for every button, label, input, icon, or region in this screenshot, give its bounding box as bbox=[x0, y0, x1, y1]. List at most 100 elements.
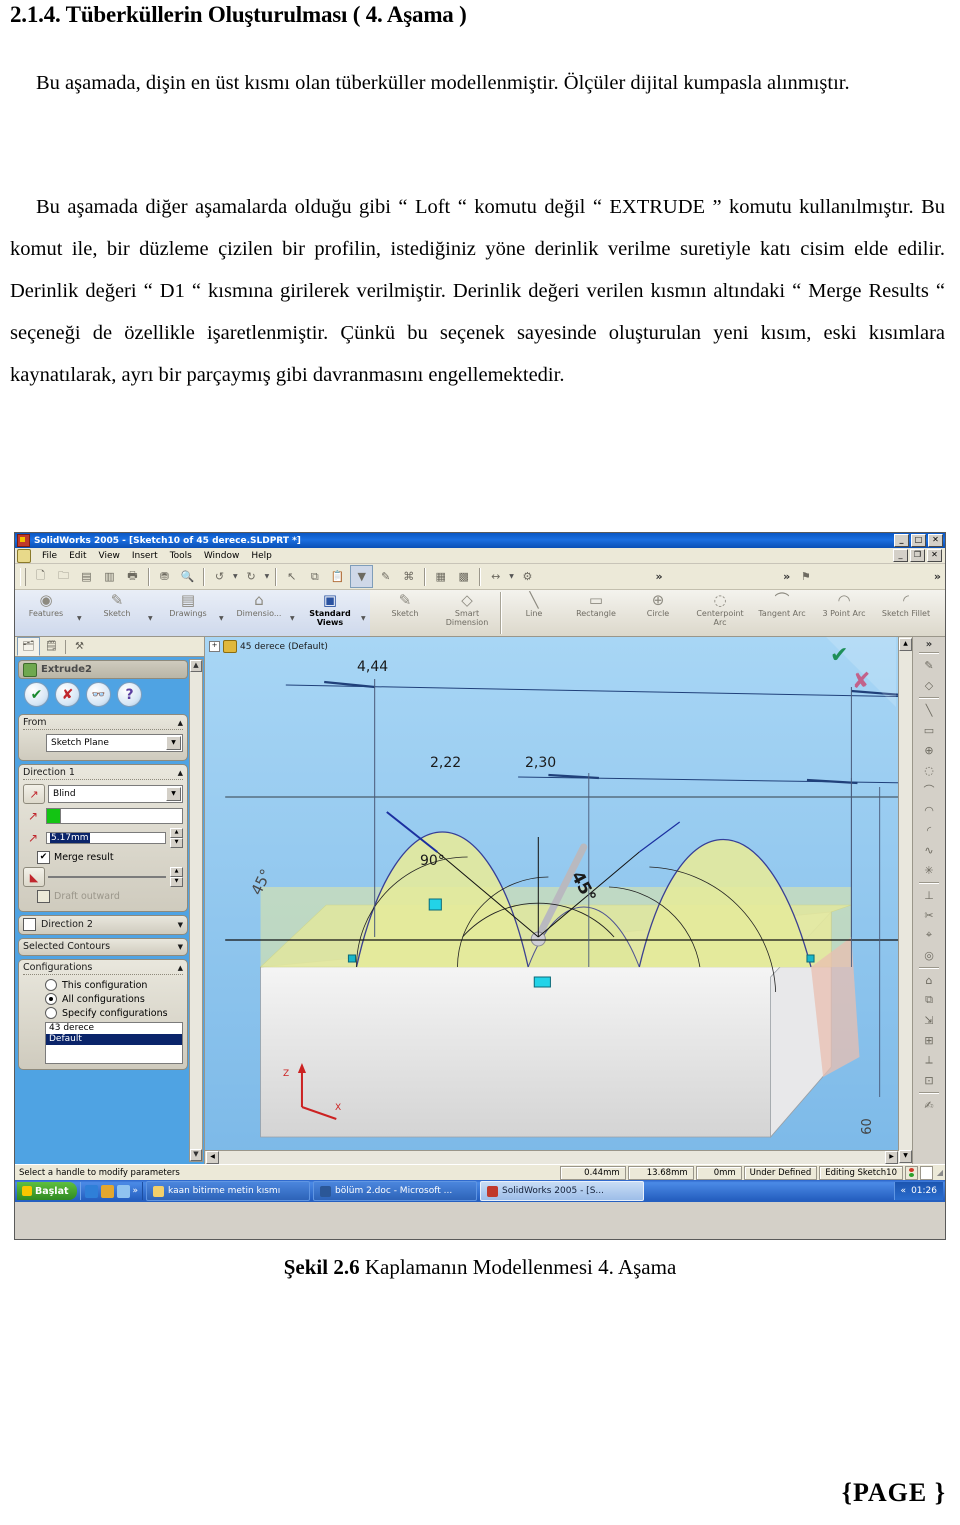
child-close-button[interactable]: ✕ bbox=[927, 549, 942, 562]
selected-contours-expand-icon[interactable]: ▼ bbox=[178, 943, 183, 951]
tray-expand-icon[interactable]: « bbox=[901, 1186, 907, 1196]
trim-icon[interactable]: ✂ bbox=[918, 905, 940, 925]
sketch-icon[interactable]: ✎ bbox=[918, 655, 940, 675]
taskbar-item-explorer[interactable]: kaan bitirme metin kısmı bbox=[146, 1181, 311, 1201]
add-relation-icon[interactable]: ⟂ bbox=[918, 1050, 940, 1070]
standard-toolbar-overflow-3[interactable]: » bbox=[930, 570, 945, 583]
close-button[interactable]: ✕ bbox=[928, 534, 943, 547]
depth-stepper-up[interactable]: ▲ bbox=[170, 828, 183, 838]
configurations-list[interactable]: 43 derece Default bbox=[45, 1022, 183, 1064]
radio-this-configuration[interactable]: This configuration bbox=[45, 979, 183, 991]
print-preview-icon[interactable]: ▥ bbox=[99, 566, 120, 587]
depth-stepper[interactable]: ▲ ▼ bbox=[170, 828, 183, 848]
smart-dimension-icon[interactable]: ◇ bbox=[918, 675, 940, 695]
scroll-up-icon[interactable]: ▲ bbox=[190, 660, 202, 672]
centerline-icon[interactable]: ⊥ bbox=[918, 885, 940, 905]
tab-sketch[interactable]: ✎ Sketch bbox=[86, 590, 148, 636]
display-icon[interactable]: ▩ bbox=[453, 566, 474, 587]
tab-dimensions-dropdown-icon[interactable]: ▼ bbox=[290, 590, 299, 636]
convert-entities-icon[interactable]: ⌖ bbox=[918, 925, 940, 945]
selected-contours-header[interactable]: Selected Contours ▼ bbox=[23, 941, 183, 953]
minimize-button[interactable]: _ bbox=[894, 534, 909, 547]
direction-vector-input[interactable] bbox=[60, 808, 183, 824]
offset-entities-icon[interactable]: ◎ bbox=[918, 945, 940, 965]
menu-item-window[interactable]: Window bbox=[198, 550, 246, 562]
redo-dropdown-icon[interactable]: ▼ bbox=[265, 573, 270, 580]
scroll-right-icon[interactable]: ▶ bbox=[885, 1151, 898, 1164]
draft-stepper-down[interactable]: ▼ bbox=[170, 877, 183, 887]
depth-stepper-down[interactable]: ▼ bbox=[170, 838, 183, 848]
tray-clock[interactable]: 01:26 bbox=[911, 1186, 937, 1196]
draft-stepper-up[interactable]: ▲ bbox=[170, 867, 183, 877]
construction-geometry-icon[interactable]: ⊞ bbox=[918, 1030, 940, 1050]
menu-item-help[interactable]: Help bbox=[245, 550, 278, 562]
maximize-button[interactable]: □ bbox=[911, 534, 926, 547]
direction2-group[interactable]: Direction 2 ▼ bbox=[18, 915, 188, 935]
circle-icon[interactable]: ⊕ bbox=[918, 740, 940, 760]
ok-button[interactable]: ✔ bbox=[24, 682, 49, 707]
point-icon[interactable]: ✳ bbox=[918, 860, 940, 880]
tab-dimensions[interactable]: ⌂ Dimensio... bbox=[228, 590, 290, 636]
chevron-down-icon[interactable]: ▼ bbox=[166, 787, 181, 801]
tangent-arc-icon[interactable]: ⌒ bbox=[918, 780, 940, 800]
tab-standard-views[interactable]: ▣ Standard Views bbox=[299, 590, 361, 636]
edit-sketch-icon[interactable]: ✎ bbox=[375, 566, 396, 587]
rectangle-icon[interactable]: ▭ bbox=[918, 720, 940, 740]
graphics-area[interactable]: + 45 derece (Default) ✔ ✘ 4,44 2,22 2,30… bbox=[204, 637, 912, 1164]
selected-contours-group[interactable]: Selected Contours ▼ bbox=[18, 938, 188, 956]
tab-standard-views-dropdown-icon[interactable]: ▼ bbox=[361, 590, 370, 636]
radio-specify-configurations[interactable]: Specify configurations bbox=[45, 1007, 183, 1019]
resize-grip[interactable]: ◢ bbox=[933, 1168, 943, 1177]
scroll-up-icon[interactable]: ▲ bbox=[899, 638, 912, 651]
mirror-icon[interactable]: ⌂ bbox=[918, 970, 940, 990]
list-item[interactable]: 43 derece bbox=[46, 1023, 182, 1034]
tool-circle[interactable]: ⊕ Circle bbox=[627, 590, 689, 636]
direction2-expand-icon[interactable]: ▼ bbox=[178, 921, 183, 929]
centerpoint-arc-icon[interactable]: ◌ bbox=[918, 760, 940, 780]
spline-icon[interactable]: ∿ bbox=[918, 840, 940, 860]
menu-item-file[interactable]: File bbox=[36, 550, 63, 562]
depth-input[interactable]: 5.17mm bbox=[46, 832, 166, 844]
draft-outward-checkbox[interactable]: Draft outward bbox=[37, 890, 183, 903]
print-icon[interactable]: 🖶 bbox=[122, 566, 143, 587]
page-setup-icon[interactable]: 🔍 bbox=[177, 566, 198, 587]
configuration-icon[interactable]: ⚒ bbox=[69, 638, 90, 655]
property-icon[interactable]: 🗒 bbox=[41, 638, 62, 655]
copy-icon[interactable]: ⧉ bbox=[304, 566, 325, 587]
line-icon[interactable]: ╲ bbox=[918, 700, 940, 720]
configurations-header[interactable]: Configurations ▲ bbox=[23, 962, 183, 974]
open-icon[interactable]: 🗀 bbox=[53, 566, 74, 587]
preview-button[interactable]: 👓 bbox=[86, 682, 111, 707]
draft-stepper[interactable]: ▲ ▼ bbox=[170, 867, 183, 887]
taskbar-item-word[interactable]: bölüm 2.doc - Microsoft ... bbox=[313, 1181, 478, 1201]
reverse-direction-icon[interactable]: ↗ bbox=[23, 784, 45, 804]
from-collapse-icon[interactable]: ▲ bbox=[178, 719, 183, 727]
tool-sketch-fillet[interactable]: ◜ Sketch Fillet bbox=[875, 590, 937, 636]
child-restore-button[interactable]: ❐ bbox=[910, 549, 925, 562]
confirm-sketch-icon[interactable]: ✔ bbox=[830, 643, 848, 668]
tool-rectangle[interactable]: ▭ Rectangle bbox=[565, 590, 627, 636]
menu-item-tools[interactable]: Tools bbox=[164, 550, 198, 562]
new-icon[interactable]: 🗋 bbox=[30, 566, 51, 587]
view-orientation-icon[interactable]: ⚑ bbox=[795, 566, 816, 587]
tab-features-dropdown-icon[interactable]: ▼ bbox=[77, 590, 86, 636]
sketch-toolbar-overflow[interactable]: » bbox=[926, 639, 932, 650]
property-manager-scrollbar[interactable]: ▲ ▼ bbox=[189, 659, 203, 1162]
desktop-icon[interactable] bbox=[116, 1184, 130, 1198]
save-icon[interactable]: ▤ bbox=[76, 566, 97, 587]
tool-tangent-arc[interactable]: ⌒ Tangent Arc bbox=[751, 590, 813, 636]
tab-drawings[interactable]: ▤ Drawings bbox=[157, 590, 219, 636]
quick-launch-overflow[interactable]: » bbox=[133, 1186, 139, 1196]
list-item[interactable]: Default bbox=[46, 1034, 182, 1045]
feature-tree-root[interactable]: + 45 derece (Default) bbox=[209, 640, 328, 653]
help-button[interactable]: ? bbox=[117, 682, 142, 707]
tab-drawings-dropdown-icon[interactable]: ▼ bbox=[219, 590, 228, 636]
direction2-checkbox[interactable] bbox=[23, 918, 36, 931]
three-point-arc-icon[interactable]: ◠ bbox=[918, 800, 940, 820]
draft-angle-icon[interactable]: ◣ bbox=[23, 867, 45, 887]
standard-toolbar-overflow-2[interactable]: » bbox=[779, 570, 794, 583]
tool-centerline[interactable]: ┊ Centerline bbox=[937, 590, 945, 636]
graphics-vertical-scrollbar[interactable]: ▲ ▼ bbox=[898, 637, 912, 1164]
cancel-button[interactable]: ✘ bbox=[55, 682, 80, 707]
menu-item-edit[interactable]: Edit bbox=[63, 550, 92, 562]
